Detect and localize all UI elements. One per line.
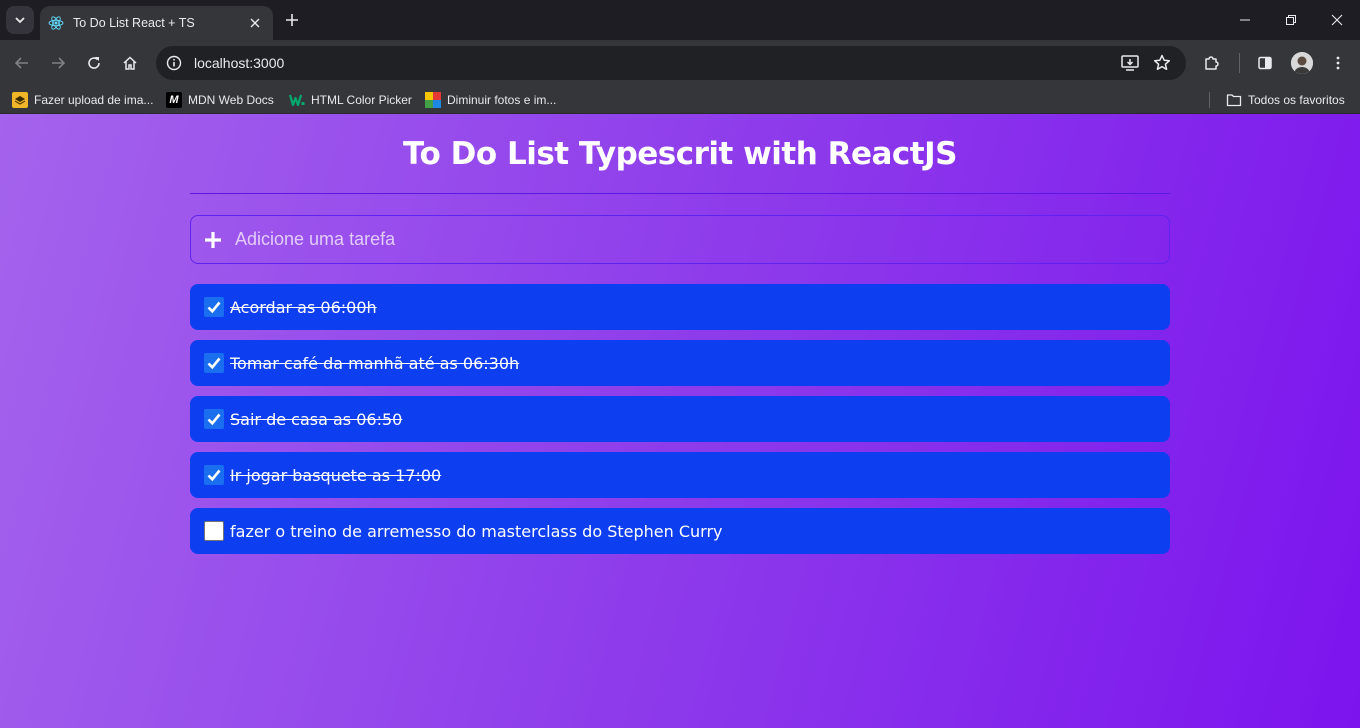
install-app-icon[interactable] — [1120, 53, 1140, 73]
task-item[interactable]: Tomar café da manhã até as 06:30h — [190, 340, 1170, 386]
home-icon — [123, 56, 137, 70]
minimize-icon — [1240, 19, 1250, 21]
task-item[interactable]: fazer o treino de arremesso do mastercla… — [190, 508, 1170, 554]
chevron-down-icon — [15, 17, 25, 24]
browser-toolbar: localhost:3000 — [0, 40, 1360, 86]
home-button[interactable] — [118, 51, 142, 75]
bookmarks-separator — [1209, 92, 1210, 108]
forward-button[interactable] — [46, 51, 70, 75]
new-tab-button[interactable] — [280, 8, 304, 32]
react-logo-icon — [48, 16, 64, 30]
w3schools-icon — [289, 92, 305, 108]
profile-avatar[interactable] — [1291, 52, 1313, 74]
browser-tab[interactable]: To Do List React + TS — [40, 6, 273, 40]
app-page: To Do List Typescrit with ReactJS Acorda… — [0, 114, 1360, 728]
task-checkbox[interactable] — [204, 409, 224, 429]
back-button[interactable] — [10, 51, 34, 75]
all-bookmarks-label: Todos os favoritos — [1248, 93, 1345, 107]
address-bar[interactable]: localhost:3000 — [156, 46, 1186, 80]
bookmark-item[interactable]: HTML Color Picker — [289, 91, 412, 109]
checkmark-icon — [207, 301, 221, 314]
puzzle-icon — [1205, 56, 1219, 70]
bookmark-label: Fazer upload de ima... — [34, 93, 154, 107]
task-item[interactable]: Acordar as 06:00h — [190, 284, 1170, 330]
all-bookmarks-button[interactable]: Todos os favoritos — [1226, 91, 1345, 109]
toolbar-separator — [1239, 53, 1240, 73]
url-text: localhost:3000 — [194, 55, 285, 71]
bookmark-item[interactable]: Fazer upload de ima... — [12, 91, 153, 109]
menu-button[interactable] — [1326, 51, 1350, 75]
arrow-left-icon — [14, 57, 28, 69]
checkmark-icon — [207, 469, 221, 482]
plus-icon[interactable] — [203, 230, 223, 250]
bookmark-star-icon[interactable] — [1152, 53, 1172, 73]
add-task-field[interactable] — [190, 215, 1170, 264]
close-window-button[interactable] — [1314, 0, 1360, 40]
task-item[interactable]: Sair de casa as 06:50 — [190, 396, 1170, 442]
bookmark-label: HTML Color Picker — [311, 93, 412, 107]
folder-icon — [1226, 92, 1242, 108]
upload-layers-icon — [12, 92, 28, 108]
minimize-button[interactable] — [1222, 0, 1268, 40]
bookmark-label: MDN Web Docs — [188, 93, 274, 107]
checkmark-icon — [207, 413, 221, 426]
task-text: Tomar café da manhã até as 06:30h — [230, 353, 520, 373]
bookmark-item[interactable]: Diminuir fotos e im... — [425, 91, 556, 109]
avatar-icon — [1291, 52, 1313, 74]
task-checkbox[interactable] — [204, 297, 224, 317]
mdn-icon: M — [166, 92, 182, 108]
page-title: To Do List Typescrit with ReactJS — [403, 136, 957, 172]
restore-icon — [1286, 15, 1296, 25]
reload-icon — [88, 57, 100, 69]
window-controls — [1222, 0, 1360, 40]
task-item[interactable]: Ir jogar basquete as 17:00 — [190, 452, 1170, 498]
add-task-input[interactable] — [235, 229, 1135, 250]
site-info-icon[interactable] — [166, 55, 182, 71]
easy-resize-icon — [425, 92, 441, 108]
tab-strip: To Do List React + TS — [0, 0, 1360, 40]
arrow-right-icon — [52, 57, 66, 69]
close-icon — [250, 18, 260, 28]
tab-title: To Do List React + TS — [73, 16, 195, 30]
extensions-button[interactable] — [1200, 51, 1224, 75]
close-icon — [1331, 14, 1343, 26]
bookmark-item[interactable]: M MDN Web Docs — [166, 91, 274, 109]
task-text: Acordar as 06:00h — [230, 297, 377, 317]
tab-search-button[interactable] — [6, 6, 34, 34]
restore-button[interactable] — [1268, 0, 1314, 40]
tab-close-button[interactable] — [247, 15, 263, 31]
side-panel-button[interactable] — [1253, 51, 1277, 75]
side-panel-icon — [1258, 56, 1272, 70]
title-divider — [190, 193, 1170, 194]
reload-button[interactable] — [82, 51, 106, 75]
task-checkbox[interactable] — [204, 521, 224, 541]
task-text: Ir jogar basquete as 17:00 — [230, 465, 442, 485]
task-checkbox[interactable] — [204, 353, 224, 373]
plus-icon — [286, 14, 298, 26]
more-vertical-icon — [1336, 56, 1340, 70]
task-text: Sair de casa as 06:50 — [230, 409, 403, 429]
checkmark-icon — [207, 357, 221, 370]
task-text: fazer o treino de arremesso do mastercla… — [230, 521, 723, 541]
bookmark-label: Diminuir fotos e im... — [447, 93, 557, 107]
task-checkbox[interactable] — [204, 465, 224, 485]
bookmarks-bar: Fazer upload de ima... M MDN Web Docs HT… — [0, 86, 1360, 114]
